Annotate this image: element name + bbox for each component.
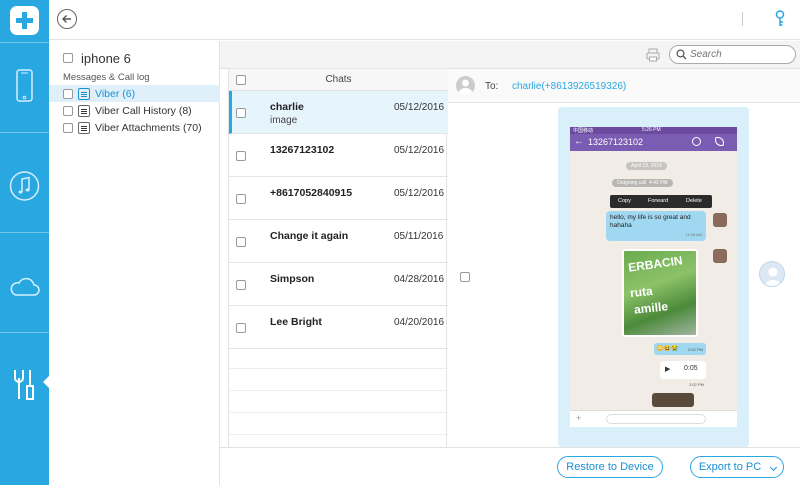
restore-to-device-button[interactable]: Restore to Device — [557, 456, 663, 478]
list-toolbar — [220, 41, 800, 69]
chat-row[interactable]: +8617052840915 05/12/2016 — [229, 177, 448, 220]
chat-list-header-label: Chats — [325, 74, 352, 85]
phone-nav-bar: ← 13267123102 — [570, 134, 737, 151]
phone-photo: ERBACIN ruta amille — [622, 249, 698, 337]
phone-device-icon[interactable] — [8, 68, 41, 104]
chat-row-checkbox[interactable] — [236, 237, 246, 247]
chat-name: Lee Bright — [270, 316, 322, 328]
chat-date: 04/20/2016 — [394, 317, 445, 328]
phone-avatar — [713, 249, 727, 263]
recipient-label: To: — [485, 81, 499, 92]
phone-audio-time: 2:02 PM — [689, 382, 704, 387]
phone-status-bar: 中国移动 5:26 PM — [570, 127, 737, 134]
tree-item-label: Viber (6) — [95, 87, 136, 100]
chat-row-checkbox[interactable] — [236, 108, 246, 118]
rail-divider — [0, 42, 49, 43]
recipient-value: charlie(+8613926519326) — [512, 81, 627, 92]
chat-name: 13267123102 — [270, 144, 335, 156]
device-row[interactable]: iphone 6 — [63, 50, 131, 66]
tools-icon[interactable] — [8, 366, 41, 402]
tree-item-label: Viber Attachments (70) — [95, 121, 202, 134]
back-button[interactable] — [57, 9, 77, 29]
phone-input-bar: + — [570, 410, 737, 427]
chat-row[interactable]: Simpson 04/28/2016 — [229, 263, 448, 306]
avatar — [759, 261, 785, 287]
chat-row[interactable]: 13267123102 05/12/2016 — [229, 134, 448, 177]
rail-divider — [0, 232, 49, 233]
chat-row-checkbox[interactable] — [236, 280, 246, 290]
section-label: Messages & Call log — [63, 72, 150, 83]
chat-preview: image — [270, 115, 298, 126]
search-input[interactable] — [690, 48, 790, 61]
message-checkbox[interactable] — [460, 272, 470, 282]
export-label: Export to PC — [698, 461, 762, 473]
app-logo-icon[interactable] — [10, 6, 39, 35]
tree-item-label: Viber Call History (8) — [95, 104, 192, 117]
phone-text-message: hello, my life is so great and hahaha 11… — [606, 211, 706, 241]
nav-rail — [0, 0, 49, 485]
top-bar — [49, 0, 800, 40]
chat-row-checkbox[interactable] — [236, 151, 246, 161]
chat-date: 05/12/2016 — [394, 102, 445, 113]
chat-name: Change it again — [270, 230, 349, 242]
phone-audio-message: ▶ 0:05 — [660, 361, 706, 379]
device-name: iphone 6 — [81, 50, 131, 66]
cloud-icon[interactable] — [8, 268, 41, 304]
chevron-down-icon[interactable] — [769, 463, 778, 472]
chat-row[interactable]: Change it again 05/11/2016 — [229, 220, 448, 263]
chat-row[interactable]: charlie image 05/12/2016 — [229, 91, 448, 134]
category-tree: iphone 6 Messages & Call log Viber (6) V… — [49, 41, 220, 485]
arrow-left-icon — [62, 15, 71, 23]
message-list-icon — [78, 87, 90, 100]
image-message-bubble[interactable]: 中国移动 5:26 PM ← 13267123102 April 19, 201… — [558, 107, 749, 447]
search-icon — [676, 49, 687, 60]
topbar-divider — [742, 12, 743, 26]
screenshot-image: 中国移动 5:26 PM ← 13267123102 April 19, 201… — [570, 127, 737, 427]
chat-row[interactable]: Lee Bright 04/20/2016 — [229, 306, 448, 349]
tree-item-checkbox[interactable] — [63, 122, 73, 133]
phone-date-pill: April 19, 2016 — [626, 162, 667, 170]
chat-list: Chats charlie image 05/12/2016 132671231… — [228, 69, 448, 447]
bottom-bar: Restore to Device Export to PC — [220, 447, 800, 485]
phone-avatar — [713, 213, 727, 227]
phone-outgoing-call: Outgoing call 4:43 PM — [612, 179, 673, 187]
chat-list-empty-area — [229, 347, 448, 447]
chat-name: Simpson — [270, 273, 315, 285]
avatar — [456, 76, 475, 95]
search-box[interactable] — [669, 45, 796, 64]
phone-emoji-message: 😳😆😭 2:02 PM — [654, 343, 706, 355]
phone-photo-thumb — [652, 393, 694, 407]
message-detail: To: charlie(+8613926519326) 中国移动 5:26 PM… — [448, 69, 800, 447]
tree-item-checkbox[interactable] — [63, 88, 73, 99]
tree-item-viber-attachments[interactable]: Viber Attachments (70) — [49, 119, 220, 136]
chat-row-checkbox[interactable] — [236, 323, 246, 333]
chat-date: 04/28/2016 — [394, 274, 445, 285]
call-history-icon — [78, 104, 90, 117]
phone-context-menu: Copy Forward Delete — [610, 195, 712, 208]
music-icon[interactable] — [8, 168, 41, 204]
export-to-pc-button[interactable]: Export to PC — [690, 456, 784, 478]
key-icon[interactable] — [775, 10, 785, 31]
chat-name: +8617052840915 — [270, 187, 353, 199]
chat-row-checkbox[interactable] — [236, 194, 246, 204]
app-window: iphone 6 Messages & Call log Viber (6) V… — [0, 0, 800, 485]
attachment-icon — [78, 121, 90, 134]
chat-name: charlie — [270, 101, 304, 113]
print-icon[interactable] — [646, 48, 660, 65]
chat-date: 05/12/2016 — [394, 145, 445, 156]
tree-item-checkbox[interactable] — [63, 105, 73, 116]
rail-divider — [0, 332, 49, 333]
tree-item-viber-call-history[interactable]: Viber Call History (8) — [49, 102, 220, 119]
recipient-bar: To: charlie(+8613926519326) — [448, 69, 800, 103]
chat-list-header: Chats — [229, 69, 448, 91]
tree-item-viber[interactable]: Viber (6) — [49, 85, 220, 102]
chat-date: 05/12/2016 — [394, 188, 445, 199]
rail-divider — [0, 132, 49, 133]
chat-date: 05/11/2016 — [394, 231, 444, 242]
device-checkbox[interactable] — [63, 53, 73, 63]
